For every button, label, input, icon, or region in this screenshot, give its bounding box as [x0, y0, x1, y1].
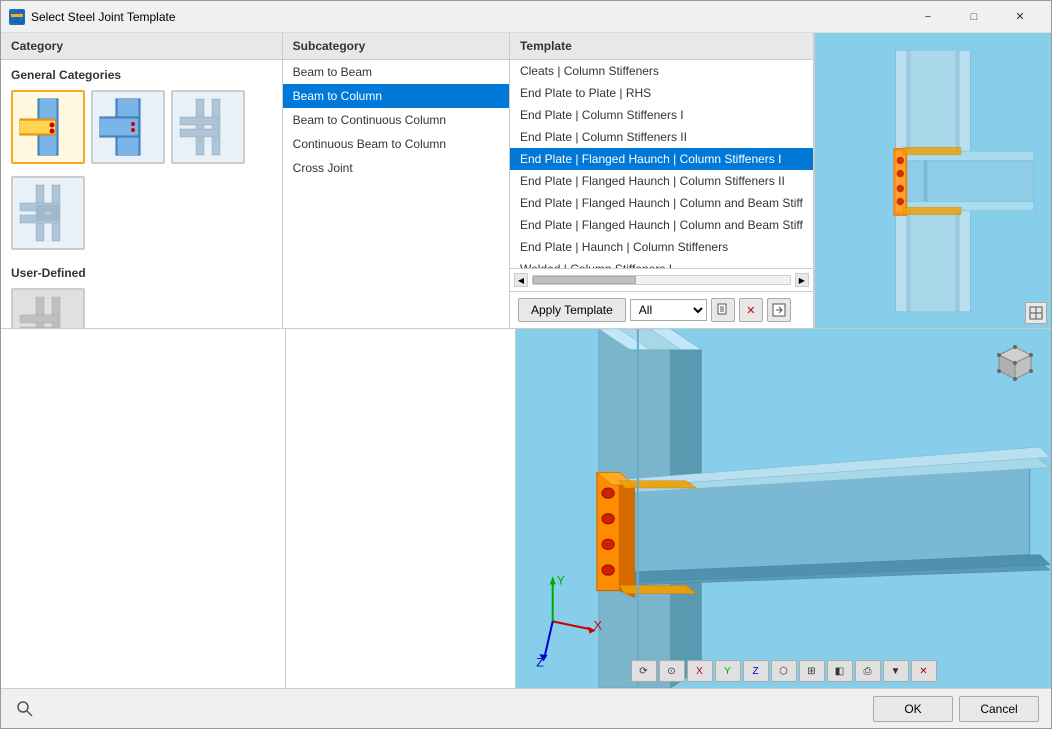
apply-template-button[interactable]: Apply Template: [518, 298, 626, 322]
view-cube[interactable]: [989, 339, 1041, 391]
subcategory-item-beam-to-beam[interactable]: Beam to Beam: [283, 60, 509, 84]
scroll-right-arrow[interactable]: ▶: [795, 273, 809, 287]
user-defined-icon[interactable]: [11, 288, 85, 328]
minimize-button[interactable]: −: [905, 2, 951, 32]
user-defined-title: User-Defined: [1, 258, 282, 284]
cancel-button[interactable]: Cancel: [959, 696, 1039, 722]
subcategory-panel: Subcategory Beam to Beam Beam to Column …: [283, 33, 510, 328]
view-btn-render[interactable]: ◧: [827, 660, 853, 682]
user-defined-icons-row: [1, 284, 282, 328]
window-controls: − □ ✕: [905, 2, 1043, 32]
subcategory-item-cross-joint[interactable]: Cross Joint: [283, 156, 509, 180]
view-btn-perspective[interactable]: ⊙: [659, 660, 685, 682]
subcategory-header: Subcategory: [283, 33, 509, 60]
view-btn-close[interactable]: ✕: [911, 660, 937, 682]
template-toolbar: Apply Template All Selected ✕: [510, 291, 813, 328]
template-item-welded-i[interactable]: Welded | Column Stiffeners I: [510, 258, 813, 268]
view-btn-rotate[interactable]: ⟳: [631, 660, 657, 682]
category-icons-row: [1, 86, 282, 172]
main-content: Category General Categories: [1, 33, 1051, 328]
preview-top-panel: [814, 33, 1051, 328]
category-icon-type4[interactable]: [11, 176, 85, 250]
subcategory-item-continuous-beam-to-column[interactable]: Continuous Beam to Column: [283, 132, 509, 156]
title-bar: Select Steel Joint Template − □ ✕: [1, 1, 1051, 33]
template-item-flanged-haunch-beam-stiff-1[interactable]: End Plate | Flanged Haunch | Column and …: [510, 192, 813, 214]
view-btn-x[interactable]: X: [687, 660, 713, 682]
window-title: Select Steel Joint Template: [31, 10, 905, 24]
category-icon-type2[interactable]: [91, 90, 165, 164]
close-button[interactable]: ✕: [997, 2, 1043, 32]
export-template-button[interactable]: [767, 298, 791, 322]
template-item-end-plate-rhs[interactable]: End Plate to Plate | RHS: [510, 82, 813, 104]
bottom-left-panel: [1, 329, 286, 688]
template-item-flanged-haunch-ii[interactable]: End Plate | Flanged Haunch | Column Stif…: [510, 170, 813, 192]
maximize-button[interactable]: □: [951, 2, 997, 32]
scroll-left-arrow[interactable]: ◀: [514, 273, 528, 287]
template-panel: Template Cleats | Column Stiffeners End …: [510, 33, 814, 328]
view-btn-print[interactable]: ⎙: [855, 660, 881, 682]
subcategory-item-beam-to-column[interactable]: Beam to Column: [283, 84, 509, 108]
bottom-mid-panel: [286, 329, 516, 688]
svg-text:Y: Y: [557, 573, 565, 587]
bottom-section: Y X Z: [1, 328, 1051, 688]
template-list: Cleats | Column Stiffeners End Plate to …: [510, 60, 813, 268]
main-window: Select Steel Joint Template − □ ✕ Catego…: [0, 0, 1052, 729]
svg-text:X: X: [594, 619, 602, 633]
footer-left: [13, 697, 37, 721]
template-scope-select[interactable]: All Selected: [630, 299, 707, 321]
template-item-cleats[interactable]: Cleats | Column Stiffeners: [510, 60, 813, 82]
category-icon-type3[interactable]: [171, 90, 245, 164]
subcategory-item-beam-to-continuous-column[interactable]: Beam to Continuous Column: [283, 108, 509, 132]
footer: OK Cancel: [1, 688, 1051, 728]
view-btn-y[interactable]: Y: [715, 660, 741, 682]
scroll-track: [532, 275, 791, 285]
search-button[interactable]: [13, 697, 37, 721]
template-item-end-plate-i[interactable]: End Plate | Column Stiffeners I: [510, 104, 813, 126]
main-3d-view: Y X Z: [516, 329, 1051, 688]
delete-template-button[interactable]: ✕: [739, 298, 763, 322]
category-icon-beam-column[interactable]: [11, 90, 85, 164]
subcategory-list: Beam to Beam Beam to Column Beam to Cont…: [283, 60, 509, 328]
app-icon: [9, 9, 25, 25]
template-item-flanged-haunch-i[interactable]: End Plate | Flanged Haunch | Column Stif…: [510, 148, 813, 170]
template-item-flanged-haunch-beam-stiff-2[interactable]: End Plate | Flanged Haunch | Column and …: [510, 214, 813, 236]
footer-buttons: OK Cancel: [873, 696, 1039, 722]
category-icons-row2: [1, 172, 282, 258]
template-item-end-plate-ii[interactable]: End Plate | Column Stiffeners II: [510, 126, 813, 148]
view-btn-dropdown[interactable]: ▼: [883, 660, 909, 682]
scroll-thumb[interactable]: [533, 276, 636, 284]
view-btn-isometric[interactable]: ⬡: [771, 660, 797, 682]
preview-toolbar: [1025, 302, 1047, 324]
template-header: Template: [510, 33, 813, 60]
ok-button[interactable]: OK: [873, 696, 953, 722]
category-panel: Category General Categories: [1, 33, 283, 328]
template-item-haunch-col-stiff[interactable]: End Plate | Haunch | Column Stiffeners: [510, 236, 813, 258]
category-header: Category: [1, 33, 282, 60]
new-template-button[interactable]: [711, 298, 735, 322]
svg-text:Z: Z: [536, 655, 544, 669]
view-btn-z[interactable]: Z: [743, 660, 769, 682]
template-scrollbar: ◀ ▶: [510, 268, 813, 291]
general-categories-title: General Categories: [1, 60, 282, 86]
view-toolbar: ⟳ ⊙ X Y Z ⬡ ⊞ ◧ ⎙ ▼ ✕: [631, 660, 937, 682]
view-btn-fit[interactable]: ⊞: [799, 660, 825, 682]
preview-tool-btn[interactable]: [1025, 302, 1047, 324]
